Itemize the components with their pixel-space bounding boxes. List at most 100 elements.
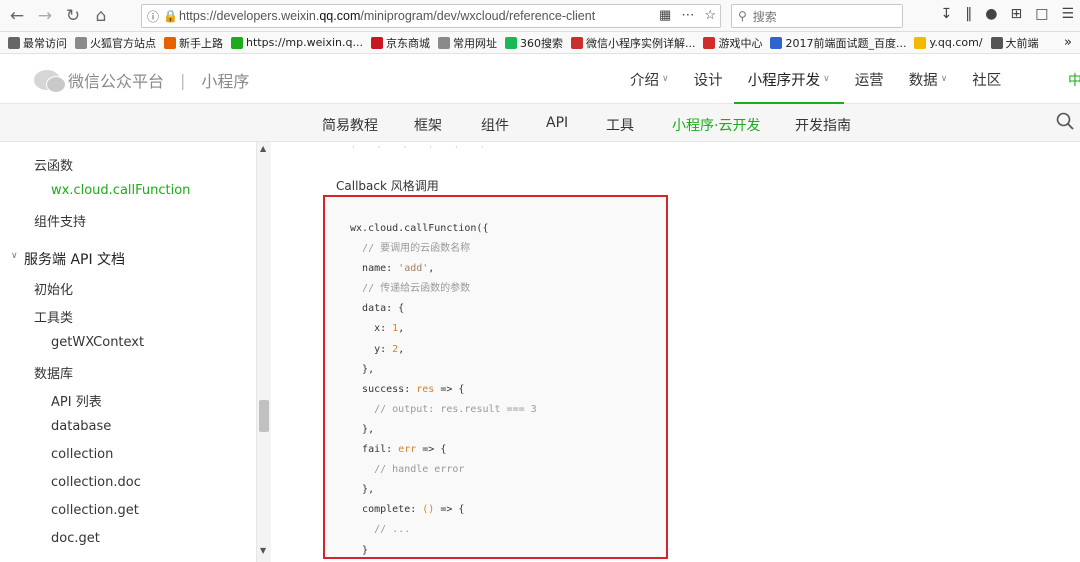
nav-cut-item[interactable]: 中	[1068, 70, 1080, 90]
sidebar-item[interactable]: collection.doc	[51, 475, 141, 490]
sidebar-item-label: wx.cloud.callFunction	[51, 183, 191, 198]
subnav-item[interactable]: 开发指南	[795, 115, 851, 135]
sidebar-item[interactable]: collection.get	[51, 503, 139, 518]
sidebar-scrollbar[interactable]: ▲ ▼	[256, 142, 271, 562]
bookmark-label: 火狐官方站点	[90, 36, 156, 50]
globe-icon	[990, 36, 1003, 49]
qr-code-icon[interactable]: ▦	[659, 7, 671, 23]
scroll-up-icon[interactable]: ▲	[260, 144, 266, 153]
subnav-item[interactable]: 简易教程	[322, 115, 378, 135]
scroll-down-icon[interactable]: ▼	[260, 546, 266, 555]
more-actions-icon[interactable]: ⋯	[681, 7, 694, 23]
csdn-icon	[570, 36, 583, 49]
subnav-item[interactable]: 小程序·云开发	[672, 115, 760, 135]
jd-icon	[370, 36, 383, 49]
sidebar-item[interactable]: API 列表	[51, 391, 102, 410]
browser-search-input[interactable]: ⚲ 搜索	[731, 4, 903, 28]
sidebar-item-label: collection.get	[51, 503, 139, 518]
bookmark-item[interactable]: 大前端	[990, 35, 1039, 51]
folder-icon	[437, 36, 450, 49]
sidebar-item[interactable]: 服务端 API 文档 ∨	[11, 249, 126, 269]
chevron-down-icon[interactable]: ∨	[11, 251, 18, 261]
nav-item[interactable]: 设计	[694, 54, 723, 104]
sidebar-item[interactable]: 组件支持	[34, 211, 86, 230]
game-icon	[703, 36, 716, 49]
sidebar-item[interactable]: collection	[51, 447, 113, 462]
subnav-item[interactable]: 框架	[414, 115, 442, 135]
sidebar-item[interactable]: 工具类	[34, 307, 73, 326]
nav-item-label: 运营	[854, 72, 884, 89]
baidu-icon	[770, 36, 783, 49]
app-root: { "browser": { "url_prefix": "https://de…	[0, 0, 1080, 562]
bookmark-label: 京东商城	[385, 36, 430, 50]
wechat-icon	[231, 36, 243, 49]
search-icon[interactable]	[1056, 112, 1074, 130]
bookmark-label: 最常访问	[23, 36, 67, 50]
bookmark-item[interactable]: 京东商城	[370, 35, 430, 51]
bookmark-item[interactable]: 2017前端面试题_百度...	[770, 35, 906, 51]
sidebar-item[interactable]: database	[51, 419, 111, 434]
bookmark-label: 新手上路	[179, 36, 223, 50]
subnav-item[interactable]: API	[546, 115, 568, 131]
logo-text: 微信公众平台	[68, 72, 165, 91]
sidebar-item[interactable]: 初始化	[34, 279, 73, 298]
sidebar-item-label: 初始化	[34, 283, 74, 298]
star-bookmark-icon[interactable]: ☆	[704, 7, 716, 23]
info-icon[interactable]: ⓘ	[147, 8, 163, 25]
sidebar-item[interactable]: 数据库	[34, 363, 73, 382]
download-icon[interactable]: ↧	[941, 6, 953, 22]
360-icon	[504, 36, 517, 49]
reload-icon[interactable]: ↻	[59, 2, 87, 30]
sidebar-item-label: 工具类	[34, 311, 74, 326]
sidebar-item-label: 服务端 API 文档	[24, 252, 126, 268]
nav-item-label: 社区	[972, 72, 1002, 89]
sidebar-item-label: API 列表	[51, 395, 102, 410]
subnav-item[interactable]: 组件	[481, 115, 509, 135]
search-icon: ⚲	[738, 9, 747, 23]
bookmark-item[interactable]: 360搜索	[504, 35, 563, 51]
bookmark-item[interactable]: 游戏中心	[703, 35, 762, 51]
sidebar-item-label: doc.get	[51, 531, 100, 546]
url-prefix: https://developers.weixin.	[179, 9, 320, 23]
library-icon[interactable]: ‖	[965, 6, 972, 22]
forward-arrow-icon[interactable]: →	[31, 2, 59, 30]
qqmusic-icon	[914, 36, 927, 49]
bookmark-item[interactable]: 最常访问	[8, 35, 67, 51]
code-text: wx.cloud.callFunction({ // 要调用的云函数名称 nam…	[350, 223, 537, 556]
bookmark-item[interactable]: 新手上路	[164, 35, 223, 51]
nav-item-label: 介绍	[630, 72, 659, 89]
nav-item[interactable]: 社区	[972, 54, 1001, 104]
bookmark-item[interactable]: 火狐官方站点	[75, 35, 156, 51]
window-icon[interactable]: □	[1035, 6, 1048, 22]
nav-item[interactable]: 数据 ∨	[909, 54, 948, 104]
bookmark-item[interactable]: https://mp.weixin.q...	[231, 36, 363, 49]
bookmark-label: 大前端	[1005, 36, 1039, 50]
sidebar-item[interactable]: 云函数	[34, 155, 73, 174]
menu-icon[interactable]: ☰	[1061, 6, 1074, 22]
bookmark-item[interactable]: 微信小程序实例详解...	[570, 35, 695, 51]
bookmark-item[interactable]: 常用网址	[437, 35, 497, 51]
nav-item[interactable]: 小程序开发 ∨	[733, 54, 844, 105]
bookmark-item[interactable]: y.qq.com/	[914, 36, 983, 49]
gear-icon	[8, 36, 20, 49]
subnav-item[interactable]: 工具	[606, 115, 634, 135]
sidebar-item[interactable]: wx.cloud.callFunction	[51, 183, 190, 198]
scrollbar-thumb[interactable]	[259, 400, 269, 432]
sidebar-item-label: getWXContext	[51, 335, 145, 350]
chat-icon[interactable]: ●	[985, 6, 997, 22]
chevron-down-icon: ∨	[940, 74, 948, 84]
back-arrow-icon[interactable]: ←	[3, 2, 31, 30]
sidebar-item[interactable]: getWXContext	[51, 335, 144, 350]
nav-item[interactable]: 介绍 ∨	[630, 54, 669, 104]
home-icon[interactable]: ⌂	[87, 2, 115, 30]
address-bar[interactable]: ⓘ 🔒 https://developers.weixin. qq.com/min…	[141, 4, 721, 28]
search-placeholder: 搜索	[752, 9, 777, 24]
crop-icon[interactable]: ⊞	[1010, 6, 1022, 22]
site-logo[interactable]: 微信公众平台 | 小程序	[34, 68, 249, 93]
chevron-down-icon: ∨	[662, 74, 669, 84]
sidebar-item[interactable]: doc.get	[51, 531, 100, 546]
logo-divider: |	[180, 70, 186, 90]
nav-item[interactable]: 运营	[855, 54, 884, 104]
overflow-chevron-icon[interactable]: »	[1064, 35, 1072, 50]
browser-toolbar: ← → ↻ ⌂ ⓘ 🔒 https://developers.weixin. qq…	[0, 0, 1080, 32]
